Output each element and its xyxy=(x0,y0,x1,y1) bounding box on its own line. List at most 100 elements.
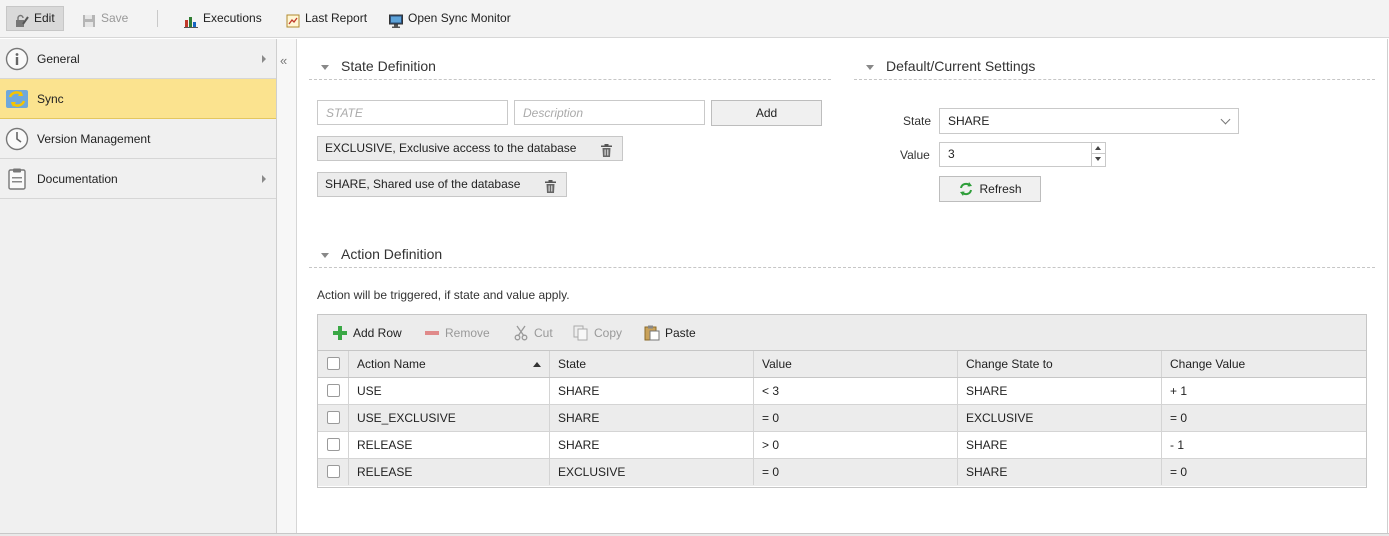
cell-action-name[interactable]: RELEASE xyxy=(349,432,550,458)
grid-header: Action Name State Value Change State to … xyxy=(318,351,1366,378)
row-checkbox[interactable] xyxy=(327,384,340,397)
column-header-label: Change Value xyxy=(1170,357,1246,371)
column-header-state[interactable]: State xyxy=(550,351,754,377)
state-input[interactable] xyxy=(317,100,508,125)
sidebar-item-label: Version Management xyxy=(37,132,151,146)
stepper-buttons xyxy=(1091,143,1105,166)
cell-action-name[interactable]: RELEASE xyxy=(349,459,550,485)
increment-button[interactable] xyxy=(1092,143,1105,154)
floppy-disk-icon xyxy=(82,12,96,27)
cell-change-state[interactable]: EXCLUSIVE xyxy=(958,405,1162,431)
state-definition-header[interactable]: State Definition xyxy=(309,58,831,80)
cell-change-value[interactable]: - 1 xyxy=(1162,432,1366,458)
cell-action-name[interactable]: USE_EXCLUSIVE xyxy=(349,405,550,431)
paste-button[interactable]: Paste xyxy=(644,325,696,341)
copy-icon xyxy=(573,325,589,341)
section-title: Default/Current Settings xyxy=(886,58,1036,74)
sidebar-item-label: Sync xyxy=(37,92,64,106)
cell-action-name[interactable]: USE xyxy=(349,378,550,404)
sidebar: General Sync Version Management Document… xyxy=(0,39,277,536)
chevron-down-icon xyxy=(1220,114,1231,125)
trash-icon[interactable] xyxy=(545,178,556,193)
save-label: Save xyxy=(101,11,129,25)
bar-chart-icon xyxy=(184,12,198,28)
default-settings-header[interactable]: Default/Current Settings xyxy=(854,58,1375,80)
state-chip-label: EXCLUSIVE, Exclusive access to the datab… xyxy=(325,141,577,155)
cell-value[interactable]: = 0 xyxy=(754,459,958,485)
collapse-triangle-icon xyxy=(321,65,329,70)
value-stepper-value: 3 xyxy=(948,147,955,161)
column-header-change-value[interactable]: Change Value xyxy=(1162,351,1366,377)
state-select[interactable]: SHARE xyxy=(939,108,1239,134)
column-header-change-state[interactable]: Change State to xyxy=(958,351,1162,377)
decrement-button[interactable] xyxy=(1092,154,1105,165)
row-select-cell xyxy=(318,405,349,431)
section-title: Action Definition xyxy=(341,246,443,262)
cell-change-state[interactable]: SHARE xyxy=(958,432,1162,458)
sidebar-item-label: Documentation xyxy=(37,172,118,186)
cell-change-state[interactable]: SHARE xyxy=(958,459,1162,485)
select-all-checkbox[interactable] xyxy=(327,357,340,370)
chevron-right-icon xyxy=(262,175,266,183)
add-state-button[interactable]: Add xyxy=(711,100,822,126)
action-definition-header[interactable]: Action Definition xyxy=(309,246,1375,268)
cell-state[interactable]: SHARE xyxy=(550,405,754,431)
cell-value[interactable]: < 3 xyxy=(754,378,958,404)
action-grid: Add Row Remove Cut Copy Paste Action Nam… xyxy=(317,314,1367,488)
column-header-label: Value xyxy=(762,357,792,371)
column-header-label: State xyxy=(558,357,587,371)
table-row[interactable]: USE_EXCLUSIVE SHARE = 0 EXCLUSIVE = 0 xyxy=(318,405,1366,432)
cell-state[interactable]: SHARE xyxy=(550,432,754,458)
minus-icon xyxy=(424,325,440,341)
value-stepper[interactable]: 3 xyxy=(939,142,1106,167)
table-row[interactable]: RELEASE SHARE > 0 SHARE - 1 xyxy=(318,432,1366,459)
table-row[interactable]: USE SHARE < 3 SHARE + 1 xyxy=(318,378,1366,405)
cell-change-value[interactable]: = 0 xyxy=(1162,405,1366,431)
sidebar-item-version-management[interactable]: Version Management xyxy=(0,119,276,159)
sidebar-item-sync[interactable]: Sync xyxy=(0,79,276,119)
clipboard-icon xyxy=(5,167,29,191)
row-checkbox[interactable] xyxy=(327,411,340,424)
cell-state[interactable]: SHARE xyxy=(550,378,754,404)
refresh-button[interactable]: Refresh xyxy=(939,176,1041,202)
lock-edit-icon xyxy=(15,12,29,27)
add-row-button[interactable]: Add Row xyxy=(332,325,402,341)
open-sync-monitor-button[interactable]: Open Sync Monitor xyxy=(389,6,511,31)
sidebar-item-documentation[interactable]: Documentation xyxy=(0,159,276,199)
column-header-value[interactable]: Value xyxy=(754,351,958,377)
refresh-label: Refresh xyxy=(979,182,1022,196)
paste-icon xyxy=(644,325,660,341)
sort-ascending-icon xyxy=(533,362,541,367)
row-checkbox[interactable] xyxy=(327,465,340,478)
sidebar-item-general[interactable]: General xyxy=(0,39,276,79)
state-chip-exclusive: EXCLUSIVE, Exclusive access to the datab… xyxy=(317,136,623,161)
cell-change-state[interactable]: SHARE xyxy=(958,378,1162,404)
cell-value[interactable]: > 0 xyxy=(754,432,958,458)
save-button[interactable]: Save xyxy=(82,6,128,31)
executions-label: Executions xyxy=(203,11,262,25)
row-checkbox[interactable] xyxy=(327,438,340,451)
copy-button[interactable]: Copy xyxy=(573,325,622,341)
add-row-label: Add Row xyxy=(353,326,402,340)
value-field-label: Value xyxy=(900,148,930,162)
cell-value[interactable]: = 0 xyxy=(754,405,958,431)
refresh-icon xyxy=(958,181,974,197)
trash-icon[interactable] xyxy=(601,142,612,157)
state-chip-share: SHARE, Shared use of the database xyxy=(317,172,567,197)
column-header-action-name[interactable]: Action Name xyxy=(349,351,550,377)
description-input[interactable] xyxy=(514,100,705,125)
cell-state[interactable]: EXCLUSIVE xyxy=(550,459,754,485)
scissors-icon xyxy=(513,325,529,341)
executions-button[interactable]: Executions xyxy=(184,6,262,31)
cell-change-value[interactable]: = 0 xyxy=(1162,459,1366,485)
collapse-triangle-icon xyxy=(321,253,329,258)
remove-button[interactable]: Remove xyxy=(424,325,490,341)
edit-button[interactable]: Edit xyxy=(6,6,64,31)
collapse-sidebar-icon[interactable]: « xyxy=(280,53,287,68)
cut-button[interactable]: Cut xyxy=(513,325,553,341)
sync-icon xyxy=(5,87,29,111)
last-report-button[interactable]: Last Report xyxy=(286,6,367,31)
table-row[interactable]: RELEASE EXCLUSIVE = 0 SHARE = 0 xyxy=(318,459,1366,486)
main-toolbar: Edit Save Executions Last Report Open Sy… xyxy=(0,0,1389,38)
cell-change-value[interactable]: + 1 xyxy=(1162,378,1366,404)
